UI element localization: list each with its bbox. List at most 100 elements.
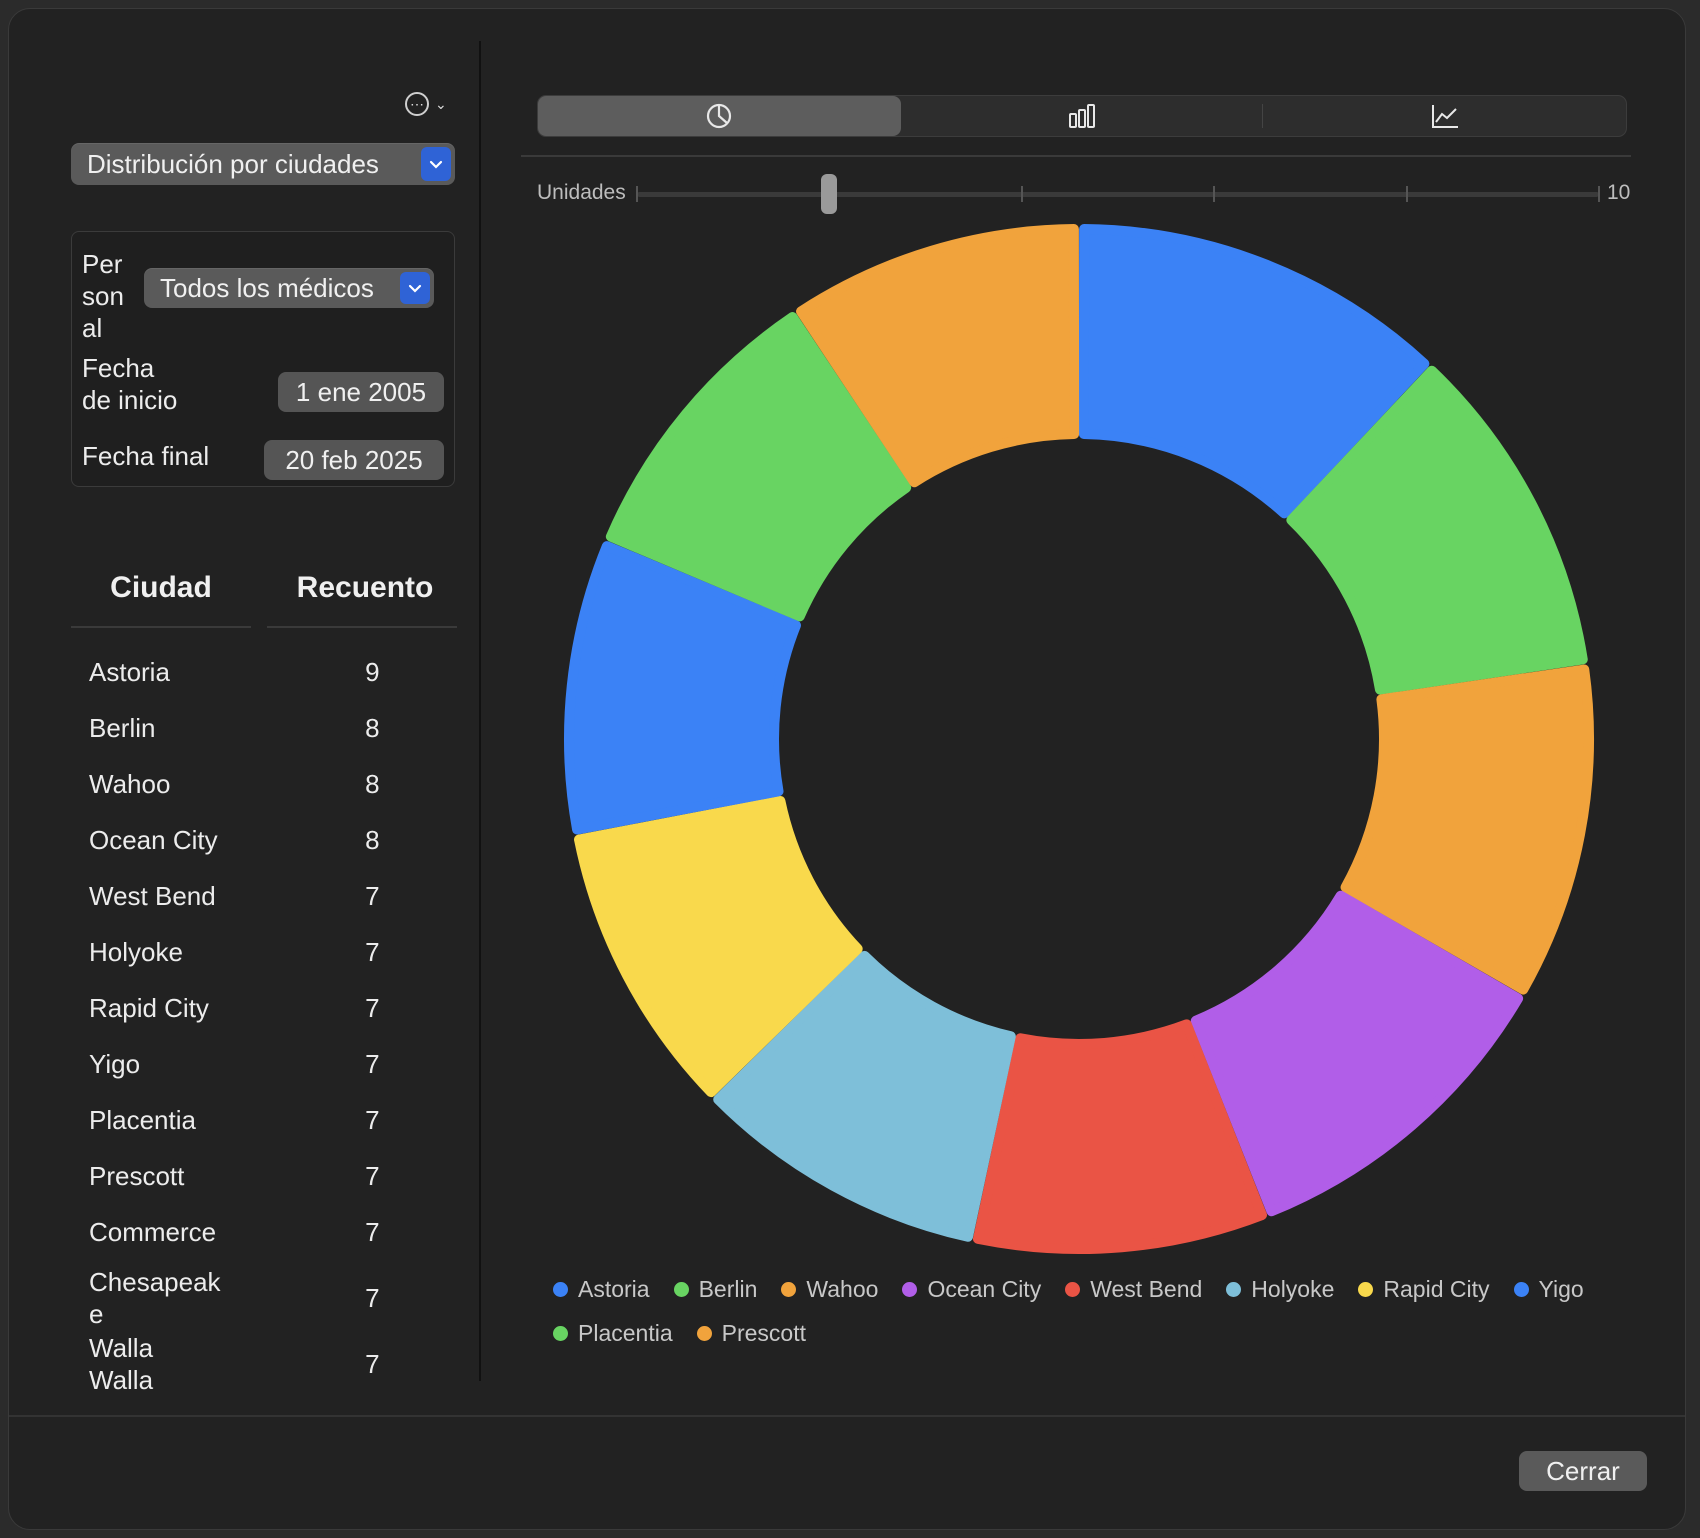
legend-label: Holyoke [1251, 1275, 1335, 1302]
legend-label: Ocean City [927, 1275, 1042, 1302]
slider-thumb[interactable] [821, 174, 838, 214]
end-date-field[interactable]: 20 feb 2025 [264, 440, 444, 480]
legend-item: Prescott [693, 1320, 806, 1347]
table-row[interactable]: Yigo 7 [71, 1036, 457, 1092]
legend-row: Placentia Prescott [549, 1311, 1629, 1355]
report-type-value: Distribución por ciudades [87, 148, 379, 179]
table-row[interactable]: Commerce 7 [71, 1204, 457, 1260]
table-row[interactable]: Berlin 8 [71, 700, 457, 756]
city-cell: Prescott [89, 1161, 185, 1191]
legend-item: Wahoo [777, 1276, 878, 1303]
city-cell: Holyoke [89, 937, 183, 967]
table-row[interactable]: Holyoke 7 [71, 924, 457, 980]
tab-line-chart[interactable] [1263, 96, 1626, 136]
slider-tick [1598, 186, 1600, 202]
staff-select[interactable]: Todos los médicos [144, 268, 434, 308]
slider-tick [636, 186, 638, 202]
legend-swatch [781, 1281, 797, 1297]
city-cell: Ocean City [89, 825, 218, 855]
legend-label: Yigo [1538, 1275, 1584, 1302]
legend-swatch [673, 1281, 689, 1297]
legend-swatch [696, 1325, 712, 1341]
city-table: Astoria 9 Berlin 8 Wahoo 8 Ocean City 8 West Ben… [71, 644, 457, 1396]
table-row[interactable]: Prescott 7 [71, 1148, 457, 1204]
legend-row: Astoria Berlin Wahoo Ocean City West Bend Hol… [549, 1267, 1629, 1311]
slider-tick [1213, 186, 1216, 202]
tab-bar-chart[interactable] [901, 96, 1264, 136]
legend-label: West Bend [1090, 1275, 1203, 1302]
legend-swatch [1226, 1281, 1242, 1297]
table-row[interactable]: Ocean City 8 [71, 812, 457, 868]
legend-swatch [553, 1281, 568, 1297]
table-row[interactable]: Astoria 9 [71, 644, 457, 700]
legend-label: Astoria [578, 1275, 650, 1302]
city-cell: Astoria [89, 657, 170, 687]
count-cell: 8 [365, 824, 380, 855]
count-cell: 7 [365, 1216, 380, 1247]
legend-label: Placentia [578, 1319, 673, 1346]
city-cell: Chesapeak e [89, 1267, 221, 1329]
bar-chart-icon [1069, 104, 1095, 128]
count-cell: 8 [365, 768, 380, 799]
end-date-label: Fecha final [82, 441, 210, 471]
count-cell: 7 [365, 1282, 380, 1313]
column-header-count[interactable]: Recuento [274, 571, 456, 605]
city-cell: Wahoo [89, 769, 171, 799]
panel-divider [479, 41, 481, 1381]
table-row[interactable]: Rapid City 7 [71, 980, 457, 1036]
chevron-down-icon [400, 272, 430, 304]
units-label: Unidades [537, 181, 626, 204]
legend-swatch [1065, 1281, 1081, 1297]
chevron-down-icon [421, 147, 451, 181]
more-options-button[interactable]: ⋯ ⌄ [405, 89, 459, 119]
table-row[interactable]: Walla Walla 7 [71, 1333, 457, 1395]
staff-label: Per son al [82, 249, 124, 343]
filter-panel: Per son al Todos los médicos Fecha de in… [71, 231, 455, 487]
count-cell: 7 [365, 880, 380, 911]
legend-swatch [1358, 1281, 1374, 1297]
legend-swatch [1513, 1281, 1529, 1297]
table-row[interactable]: West Bend 7 [71, 868, 457, 924]
legend-item: West Bend [1061, 1276, 1202, 1303]
legend-label: Rapid City [1383, 1275, 1490, 1302]
chart-type-segmented-control [537, 95, 1627, 137]
table-row[interactable]: Wahoo 8 [71, 756, 457, 812]
legend-item: Berlin [670, 1275, 758, 1303]
pie-chart-icon [707, 103, 732, 129]
line-chart-icon [1431, 105, 1458, 128]
chart-legend: Astoria Berlin Wahoo Ocean City West Bend Hol… [549, 1267, 1629, 1355]
table-row[interactable]: Chesapeak e 7 [71, 1260, 457, 1336]
report-type-select[interactable]: Distribución por ciudades [71, 143, 455, 185]
ellipsis-icon: ⋯ [405, 92, 429, 116]
start-date-field[interactable]: 1 ene 2005 [278, 372, 444, 412]
units-slider[interactable] [636, 174, 1600, 214]
left-panel: ⋯ ⌄ Distribución por ciudades Per son al… [9, 9, 479, 1396]
city-cell: Rapid City [89, 993, 209, 1023]
close-button[interactable]: Cerrar [1519, 1451, 1647, 1491]
slider-tick [1405, 186, 1408, 202]
tab-pie-chart[interactable] [538, 96, 901, 136]
legend-label: Berlin [698, 1275, 758, 1302]
legend-item: Placentia [549, 1320, 673, 1347]
city-cell: West Bend [89, 881, 216, 911]
city-cell: Yigo [89, 1049, 141, 1079]
column-header-city[interactable]: Ciudad [71, 571, 251, 605]
legend-item: Yigo [1510, 1276, 1584, 1303]
count-cell: 7 [365, 992, 380, 1023]
count-cell: 7 [365, 1348, 380, 1379]
header-divider [267, 626, 457, 628]
slider-tick [1020, 186, 1023, 202]
city-cell: Placentia [89, 1105, 196, 1135]
count-cell: 7 [365, 1104, 380, 1135]
table-row[interactable]: Placentia 7 [71, 1092, 457, 1148]
legend-item: Astoria [549, 1276, 650, 1303]
legend-item: Holyoke [1222, 1276, 1334, 1303]
legend-item: Ocean City [898, 1276, 1041, 1303]
count-cell: 7 [365, 1048, 380, 1079]
city-cell: Walla Walla [89, 1333, 154, 1395]
slider-track [637, 192, 1599, 197]
chevron-down-icon: ⌄ [435, 95, 447, 112]
city-cell: Berlin [89, 713, 156, 743]
legend-label: Prescott [721, 1319, 806, 1346]
count-cell: 7 [365, 1160, 380, 1191]
